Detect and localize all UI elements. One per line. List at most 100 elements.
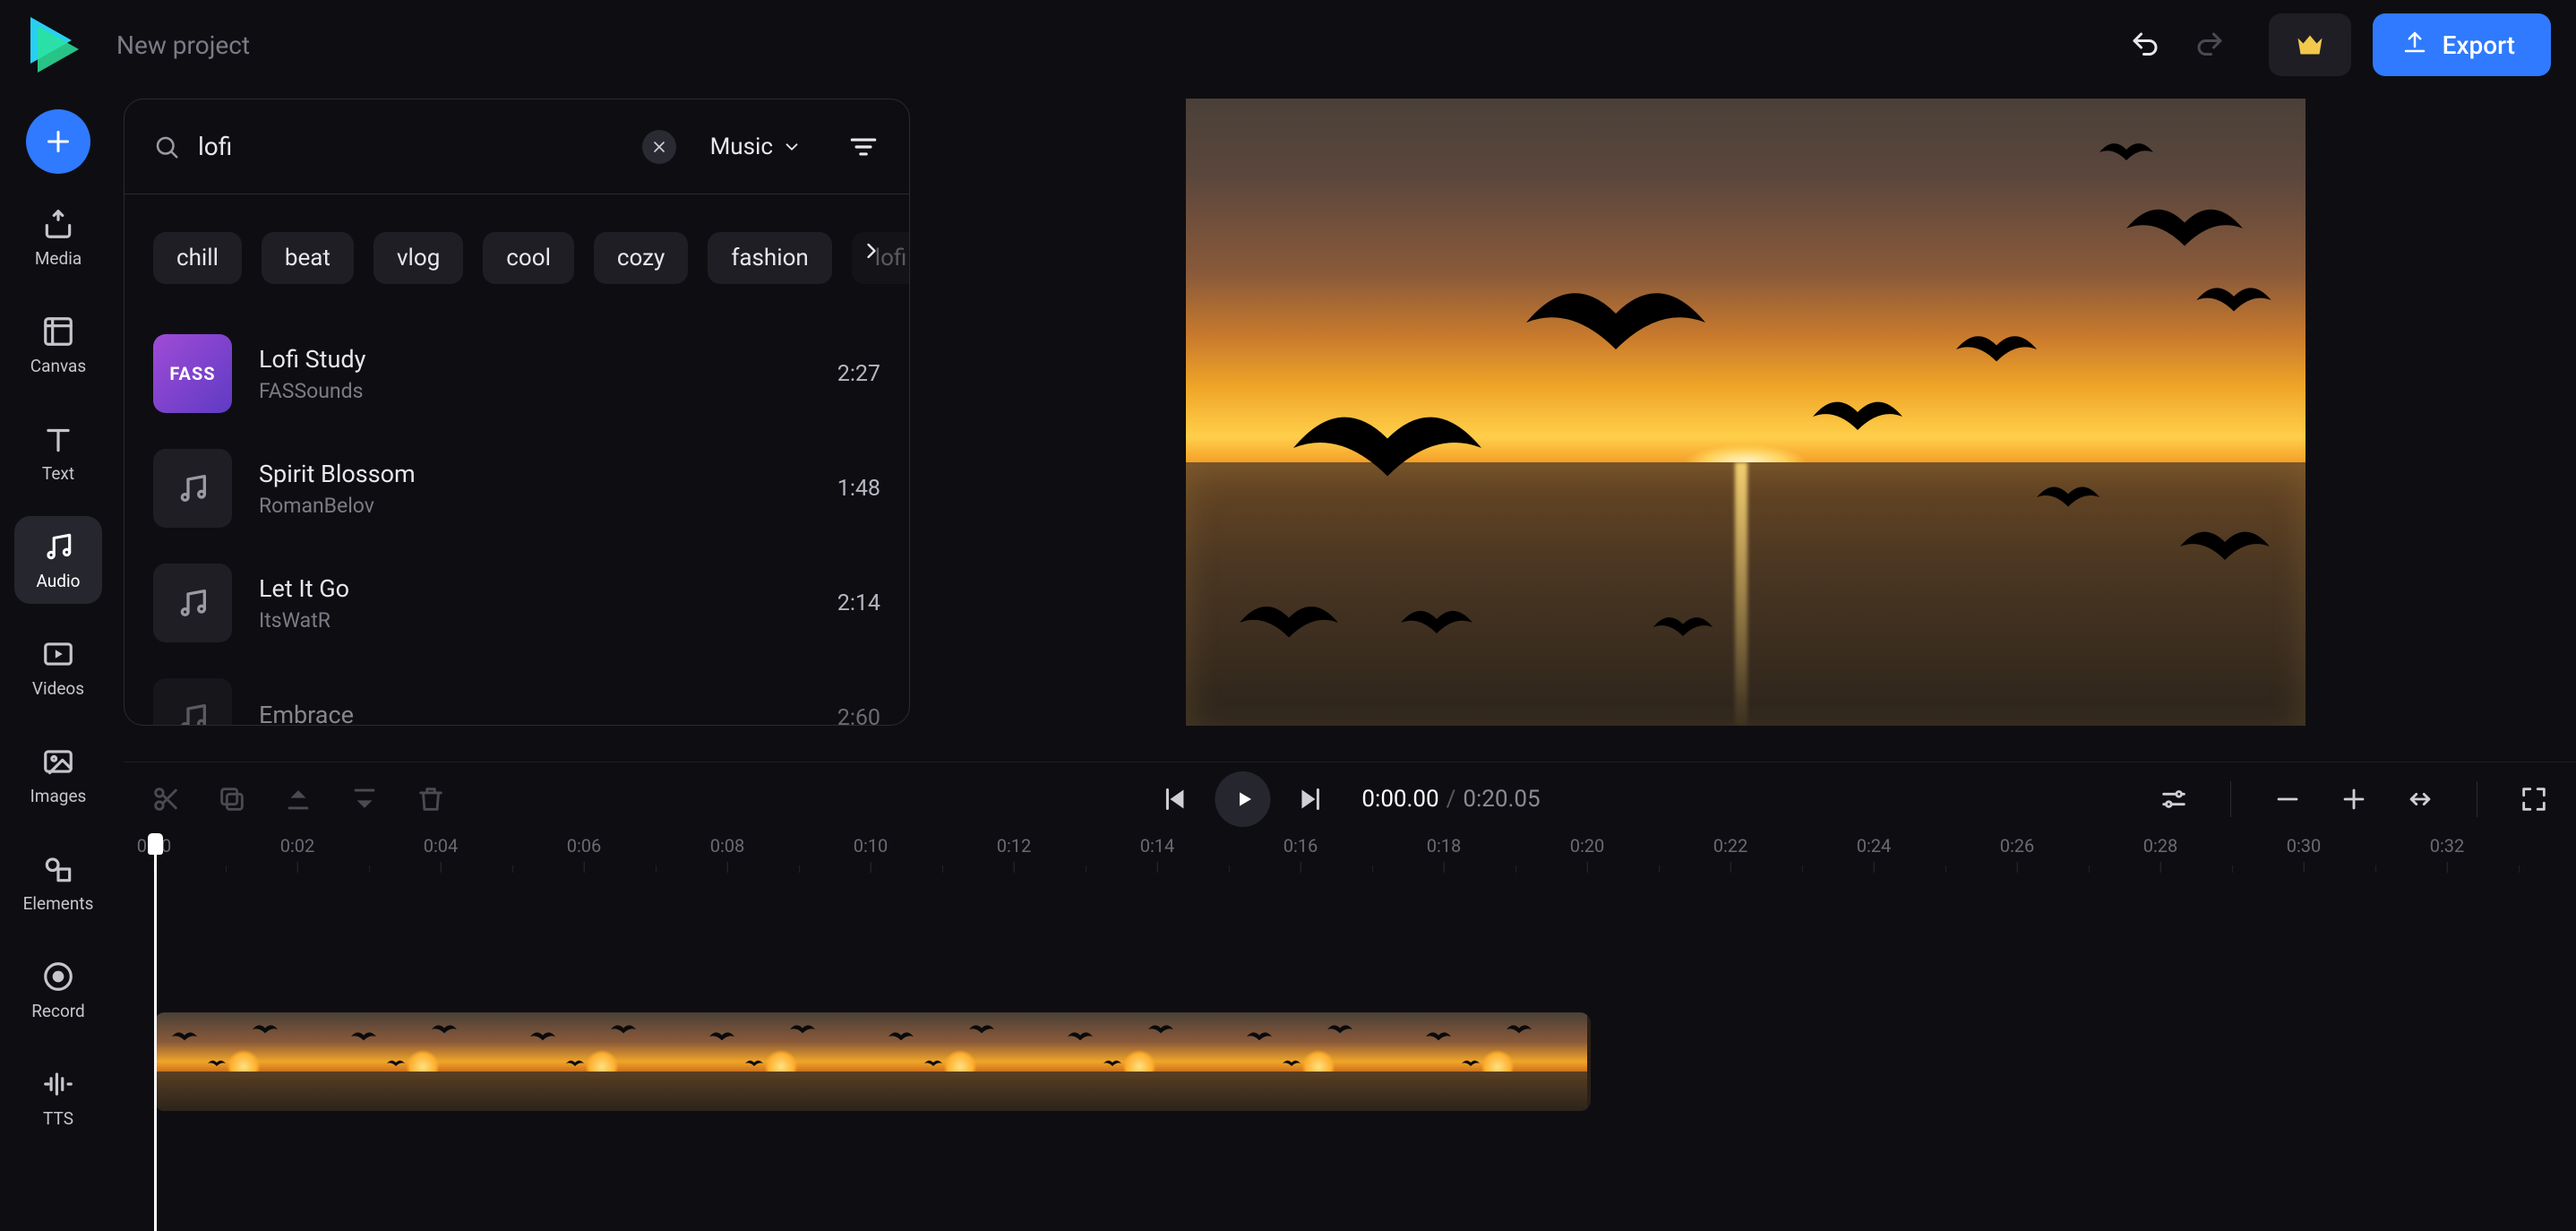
ruler-tick: 0:04 bbox=[424, 835, 459, 857]
ruler-tick: 0:32 bbox=[2430, 835, 2465, 857]
ruler-tick: 0:28 bbox=[2143, 835, 2178, 857]
rail-label: Media bbox=[35, 248, 82, 269]
tag-vlog[interactable]: vlog bbox=[374, 232, 463, 284]
preview-canvas bbox=[1186, 99, 2306, 726]
rail-label: Images bbox=[30, 786, 87, 806]
ruler-tick: 0:24 bbox=[1857, 835, 1892, 857]
timecode: 0:00.00 / 0:20.05 bbox=[1361, 786, 1540, 813]
audio-search-input[interactable] bbox=[198, 132, 624, 161]
track-row[interactable]: FASS Lofi Study FASSounds 2:27 bbox=[153, 316, 880, 431]
track-row[interactable]: Spirit Blossom RomanBelov 1:48 bbox=[153, 431, 880, 546]
export-label: Export bbox=[2443, 30, 2515, 60]
track-thumbnail: FASS bbox=[153, 334, 232, 413]
rail-label: Elements bbox=[23, 893, 94, 914]
filter-icon[interactable] bbox=[846, 130, 880, 164]
rail-tts[interactable]: TTS bbox=[14, 1054, 102, 1141]
rail-label: Text bbox=[42, 463, 74, 484]
ruler-tick: 0:10 bbox=[854, 835, 889, 857]
layer-down-icon[interactable] bbox=[349, 784, 380, 814]
track-thumbnail bbox=[153, 678, 232, 726]
track-title: Let It Go bbox=[259, 574, 811, 603]
track-thumbnail bbox=[153, 564, 232, 642]
search-icon bbox=[153, 133, 180, 160]
duplicate-icon[interactable] bbox=[217, 784, 247, 814]
rail-label: Videos bbox=[32, 678, 84, 699]
timeline-ruler[interactable]: 0:000:020:040:060:080:100:120:140:160:18… bbox=[124, 835, 2576, 878]
rail-record[interactable]: Record bbox=[14, 946, 102, 1034]
track-artist: FASSounds bbox=[259, 379, 811, 403]
project-title[interactable]: New project bbox=[116, 30, 250, 60]
redo-icon[interactable] bbox=[2194, 29, 2226, 61]
app-logo[interactable] bbox=[25, 17, 81, 73]
rail-canvas[interactable]: Canvas bbox=[14, 301, 102, 389]
video-clip[interactable] bbox=[154, 1012, 1591, 1111]
track-row[interactable]: Embrace 2:60 bbox=[153, 660, 880, 726]
ruler-tick: 0:16 bbox=[1284, 835, 1318, 857]
preview-viewport[interactable] bbox=[949, 99, 2542, 726]
ruler-tick: 0:06 bbox=[567, 835, 602, 857]
tag-cool[interactable]: cool bbox=[483, 232, 574, 284]
clip-frame bbox=[1050, 1012, 1229, 1111]
ruler-tick: 0:14 bbox=[1140, 835, 1175, 857]
track-artist: RomanBelov bbox=[259, 494, 811, 518]
ruler-tick: 0:08 bbox=[710, 835, 745, 857]
rail-audio[interactable]: Audio bbox=[14, 516, 102, 604]
rail-label: Canvas bbox=[30, 356, 86, 376]
playhead[interactable] bbox=[154, 835, 157, 1231]
add-media-button[interactable] bbox=[26, 109, 90, 174]
track-artist: ItsWatR bbox=[259, 608, 811, 633]
rail-media[interactable]: Media bbox=[14, 194, 102, 281]
rail-images[interactable]: Images bbox=[14, 731, 102, 819]
track-duration: 1:48 bbox=[837, 476, 880, 502]
fullscreen-icon[interactable] bbox=[2519, 784, 2549, 814]
ruler-tick: 0:12 bbox=[997, 835, 1032, 857]
clip-frame bbox=[691, 1012, 871, 1111]
track-duration: 2:60 bbox=[837, 705, 880, 727]
tag-cozy[interactable]: cozy bbox=[594, 232, 688, 284]
track-title: Spirit Blossom bbox=[259, 460, 811, 488]
track-title: Lofi Study bbox=[259, 345, 811, 374]
rail-label: Record bbox=[31, 1001, 85, 1021]
layer-up-icon[interactable] bbox=[283, 784, 313, 814]
zoom-in-icon[interactable] bbox=[2339, 784, 2369, 814]
upload-icon bbox=[2401, 29, 2428, 62]
ruler-tick: 0:18 bbox=[1427, 835, 1462, 857]
tag-beat[interactable]: beat bbox=[262, 232, 354, 284]
ruler-tick: 0:22 bbox=[1713, 835, 1748, 857]
audio-category-label: Music bbox=[710, 133, 773, 160]
tags-scroll-right[interactable] bbox=[859, 238, 884, 267]
rail-elements[interactable]: Elements bbox=[14, 839, 102, 926]
tag-fashion[interactable]: fashion bbox=[708, 232, 831, 284]
ruler-tick: 0:02 bbox=[280, 835, 315, 857]
clip-frame bbox=[512, 1012, 691, 1111]
clip-frame bbox=[333, 1012, 512, 1111]
export-button[interactable]: Export bbox=[2373, 13, 2551, 76]
current-time: 0:00.00 bbox=[1361, 786, 1438, 813]
rail-videos[interactable]: Videos bbox=[14, 624, 102, 711]
undo-icon[interactable] bbox=[2129, 29, 2161, 61]
track-duration: 2:14 bbox=[837, 590, 880, 616]
rail-label: TTS bbox=[43, 1108, 73, 1129]
track-row[interactable]: Let It Go ItsWatR 2:14 bbox=[153, 546, 880, 660]
clip-frame bbox=[871, 1012, 1050, 1111]
play-button[interactable] bbox=[1215, 771, 1270, 827]
timeline-settings-icon[interactable] bbox=[2159, 784, 2189, 814]
track-thumbnail bbox=[153, 449, 232, 528]
zoom-out-icon[interactable] bbox=[2272, 784, 2303, 814]
rail-text[interactable]: Text bbox=[14, 409, 102, 496]
track-title: Embrace bbox=[259, 701, 811, 726]
clip-frame bbox=[154, 1012, 333, 1111]
clip-frame bbox=[1408, 1012, 1587, 1111]
audio-category-dropdown[interactable]: Music bbox=[710, 133, 802, 160]
split-icon[interactable] bbox=[150, 784, 181, 814]
tag-chill[interactable]: chill bbox=[153, 232, 242, 284]
clip-frame bbox=[1229, 1012, 1408, 1111]
next-frame-button[interactable] bbox=[1293, 783, 1326, 815]
clear-search-button[interactable] bbox=[642, 130, 676, 164]
delete-icon[interactable] bbox=[416, 784, 446, 814]
ruler-tick: 0:30 bbox=[2287, 835, 2322, 857]
prev-frame-button[interactable] bbox=[1159, 783, 1191, 815]
chevron-down-icon bbox=[782, 137, 802, 157]
fit-timeline-icon[interactable] bbox=[2405, 784, 2435, 814]
premium-crown-button[interactable] bbox=[2269, 13, 2351, 76]
